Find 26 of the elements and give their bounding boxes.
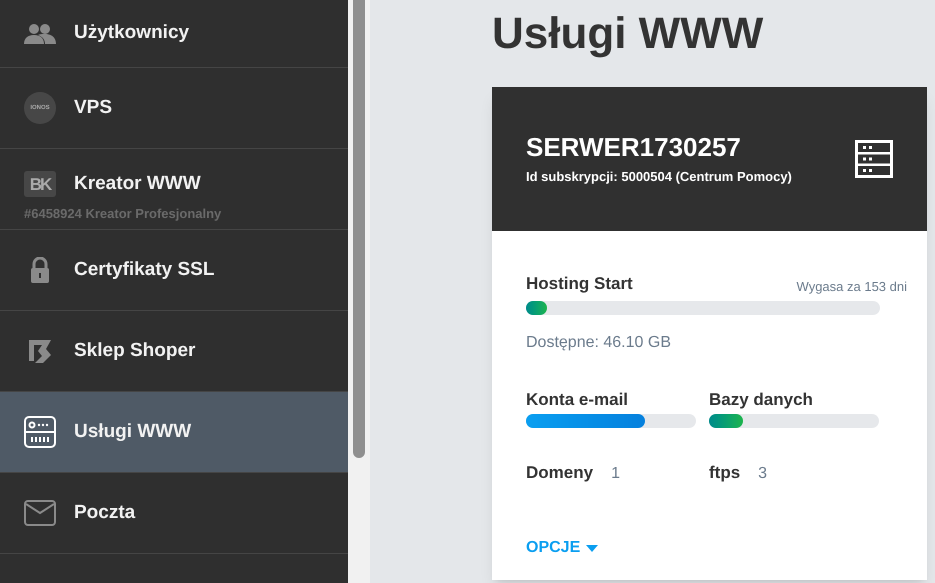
scrollbar[interactable] [348, 0, 370, 583]
count-label: ftps [709, 462, 740, 484]
subscription-id: Id subskrypcji: 5000504 (Centrum Pomocy) [526, 168, 792, 186]
sidebar-item-subtitle: #6458924 Kreator Profesjonalny [24, 204, 222, 223]
meter-label: Bazy danych [709, 388, 814, 410]
expiry-text: Wygasa za 153 dni [796, 278, 907, 296]
envelope-icon [24, 500, 56, 526]
builder-logo-icon: BK [24, 171, 56, 197]
sidebar-item[interactable]: Użytkownicy [0, 0, 348, 67]
plan-name: Hosting Start [526, 273, 633, 295]
page-title: Usługi WWW [492, 8, 764, 60]
lock-icon [30, 257, 50, 283]
server-icon [24, 416, 56, 448]
server-name: SERWER1730257 [526, 131, 742, 164]
caret-icon [586, 544, 598, 552]
sidebar-item[interactable]: BK Kreator WWW #6458924 Kreator Profesjonalny [0, 148, 348, 229]
available-space: Dostępne: 46.10 GB [526, 332, 672, 352]
sidebar-item[interactable]: Usługi WWW [0, 391, 348, 472]
server-rack-icon [855, 140, 893, 178]
shop-logo-icon [27, 338, 53, 364]
scrollbar-thumb[interactable] [353, 0, 365, 458]
count-value: 3 [758, 464, 768, 484]
count-label: Domeny [526, 462, 594, 484]
meter-label: Konta e-mail [526, 388, 630, 410]
count-value: 1 [611, 464, 620, 484]
users-icon [24, 22, 56, 44]
